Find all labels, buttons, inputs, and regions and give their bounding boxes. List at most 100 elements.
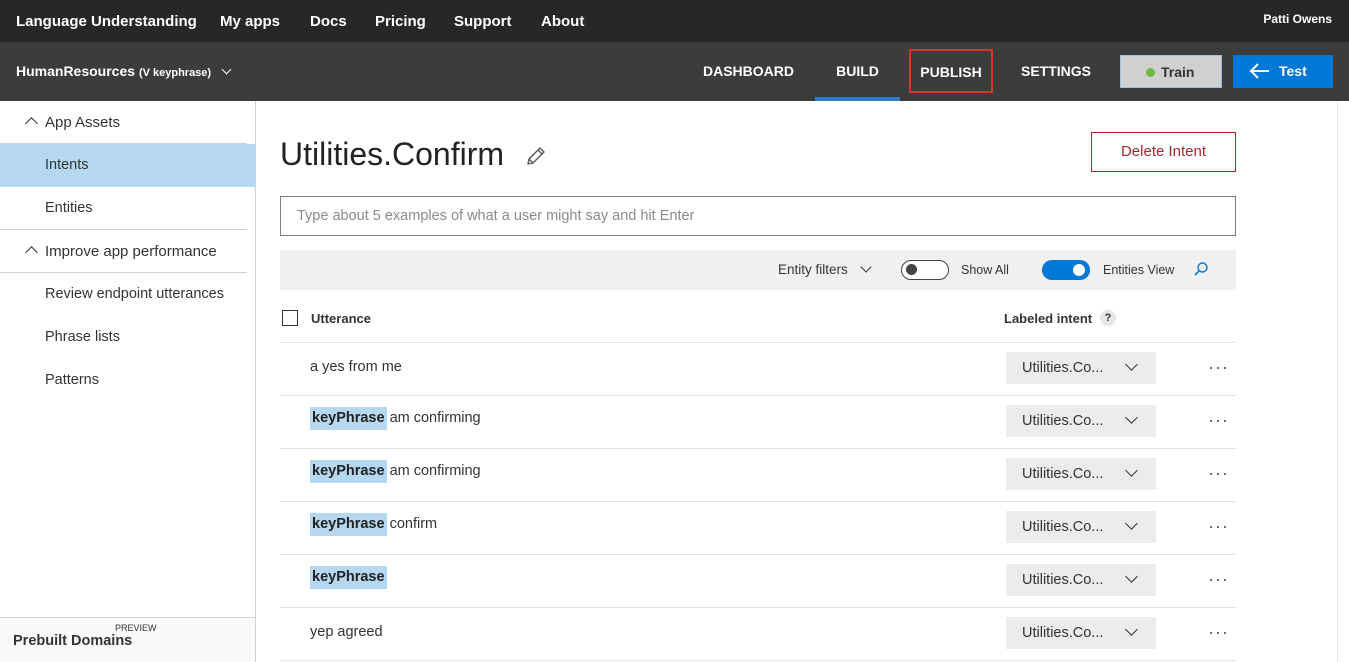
chevron-down-icon	[221, 64, 232, 75]
table-row[interactable]: keyPhrase confirm Utilities.Co... ···	[280, 502, 1236, 555]
scrollbar[interactable]	[1337, 101, 1349, 662]
table-row[interactable]: yep agreed Utilities.Co... ···	[280, 608, 1236, 661]
intent-select-value: Utilities.Co...	[1022, 625, 1104, 641]
toggle-knob	[1073, 264, 1085, 276]
utterance-text: keyPhrase confirm	[310, 513, 437, 536]
show-all-toggle[interactable]	[901, 260, 949, 280]
tab-build[interactable]: BUILD	[815, 42, 900, 101]
utterance-words: a yes from me	[310, 359, 402, 375]
table-row[interactable]: keyPhrase Utilities.Co... ···	[280, 555, 1236, 608]
chevron-up-icon	[25, 117, 38, 130]
chevron-up-icon	[25, 246, 38, 259]
prebuilt-domains[interactable]: PREVIEW Prebuilt Domains	[0, 617, 255, 662]
more-options-icon[interactable]: ···	[1208, 569, 1229, 590]
select-all-checkbox[interactable]	[282, 310, 298, 326]
more-options-icon[interactable]: ···	[1208, 463, 1229, 484]
section-label: App Assets	[45, 114, 121, 131]
intent-select-value: Utilities.Co...	[1022, 413, 1104, 429]
sidebar-item-phrase-lists[interactable]: Phrase lists	[0, 316, 247, 359]
intent-select-value: Utilities.Co...	[1022, 466, 1104, 482]
train-label: Train	[1161, 64, 1195, 80]
intent-select-value: Utilities.Co...	[1022, 360, 1104, 376]
sidebar-item-label: Review endpoint utterances	[45, 286, 224, 302]
more-options-icon[interactable]: ···	[1208, 516, 1229, 537]
top-nav: Language Understanding My apps Docs Pric…	[0, 0, 1349, 42]
section-improve-app-performance[interactable]: Improve app performance	[0, 230, 247, 273]
tab-publish[interactable]: PUBLISH	[909, 49, 993, 93]
app-bar: HumanResources (V keyphrase) DASHBOARD B…	[0, 42, 1349, 101]
chevron-down-icon	[1125, 464, 1138, 477]
train-button[interactable]: Train	[1120, 55, 1222, 88]
app-selector[interactable]: HumanResources (V keyphrase)	[16, 63, 232, 79]
nav-pricing[interactable]: Pricing	[375, 13, 426, 30]
more-options-icon[interactable]: ···	[1208, 410, 1229, 431]
utterance-text: keyPhrase am confirming	[310, 460, 481, 483]
utterance-input[interactable]	[280, 196, 1236, 236]
delete-intent-button[interactable]: Delete Intent	[1091, 132, 1236, 172]
sidebar-item-patterns[interactable]: Patterns	[0, 359, 247, 402]
sidebar-item-label: Intents	[45, 157, 89, 173]
entity-chip[interactable]: keyPhrase	[310, 460, 387, 483]
intent-select[interactable]: Utilities.Co...	[1006, 564, 1156, 596]
intent-select[interactable]: Utilities.Co...	[1006, 352, 1156, 384]
app-name: HumanResources	[16, 63, 136, 79]
filter-bar: Entity filters Show All Entities View	[280, 250, 1236, 290]
intent-select-value: Utilities.Co...	[1022, 572, 1104, 588]
tab-settings[interactable]: SETTINGS	[1012, 42, 1100, 101]
column-header-utterance: Utterance	[311, 311, 371, 326]
utterance-text: keyPhrase am confirming	[310, 407, 481, 430]
help-icon[interactable]: ?	[1100, 310, 1116, 326]
test-button[interactable]: Test	[1233, 55, 1333, 88]
section-app-assets[interactable]: App Assets	[0, 101, 247, 144]
sidebar-item-label: Entities	[45, 200, 93, 216]
more-options-icon[interactable]: ···	[1208, 622, 1229, 643]
intent-select[interactable]: Utilities.Co...	[1006, 511, 1156, 543]
test-label: Test	[1279, 63, 1307, 79]
entity-filters-dropdown[interactable]: Entity filters	[778, 261, 872, 277]
arrow-left-icon	[1249, 63, 1269, 79]
sidebar-item-label: Patterns	[45, 372, 99, 388]
entity-chip[interactable]: keyPhrase	[310, 513, 387, 536]
prebuilt-domains-label: Prebuilt Domains	[13, 633, 133, 649]
more-options-icon[interactable]: ···	[1208, 357, 1229, 378]
utterance-words: confirm	[389, 516, 438, 532]
chevron-down-icon	[1125, 358, 1138, 371]
chevron-down-icon	[1125, 570, 1138, 583]
status-dot-icon	[1146, 68, 1155, 77]
table-row[interactable]: keyPhrase am confirming Utilities.Co... ·…	[280, 396, 1236, 449]
entity-chip[interactable]: keyPhrase	[310, 407, 387, 430]
nav-language-understanding[interactable]: Language Understanding	[16, 13, 197, 30]
intent-select[interactable]: Utilities.Co...	[1006, 405, 1156, 437]
sidebar-item-intents[interactable]: Intents	[0, 144, 256, 187]
nav-about[interactable]: About	[541, 13, 584, 30]
sidebar: App Assets Intents Entities Improve app …	[0, 101, 256, 662]
entity-chip[interactable]: keyPhrase	[310, 566, 387, 589]
table-row[interactable]: keyPhrase am confirming Utilities.Co... ·…	[280, 449, 1236, 502]
search-icon[interactable]	[1193, 261, 1209, 277]
pencil-icon[interactable]	[524, 144, 548, 168]
utterance-words: yep agreed	[310, 624, 383, 640]
nav-support[interactable]: Support	[454, 13, 512, 30]
sidebar-item-review-endpoint-utterances[interactable]: Review endpoint utterances	[0, 273, 247, 316]
intent-select[interactable]: Utilities.Co...	[1006, 617, 1156, 649]
entities-view-toggle[interactable]	[1042, 260, 1090, 280]
chevron-down-icon	[859, 261, 872, 273]
intent-select[interactable]: Utilities.Co...	[1006, 458, 1156, 490]
nav-docs[interactable]: Docs	[310, 13, 347, 30]
preview-badge: PREVIEW	[115, 623, 157, 633]
tab-dashboard[interactable]: DASHBOARD	[700, 42, 797, 101]
table-row[interactable]: a yes from me Utilities.Co... ···	[280, 343, 1236, 396]
nav-my-apps[interactable]: My apps	[220, 13, 280, 30]
chevron-down-icon	[1125, 517, 1138, 530]
utterance-words: am confirming	[389, 410, 481, 426]
entity-filters-label: Entity filters	[778, 262, 848, 277]
sidebar-item-label: Phrase lists	[45, 329, 120, 345]
show-all-label: Show All	[961, 263, 1009, 277]
utterance-words: am confirming	[389, 463, 481, 479]
user-name[interactable]: Patti Owens	[1263, 12, 1332, 26]
intent-select-value: Utilities.Co...	[1022, 519, 1104, 535]
section-label: Improve app performance	[45, 243, 217, 260]
sidebar-item-entities[interactable]: Entities	[0, 187, 247, 230]
toggle-knob	[906, 264, 917, 275]
utterance-text: yep agreed	[310, 624, 383, 640]
